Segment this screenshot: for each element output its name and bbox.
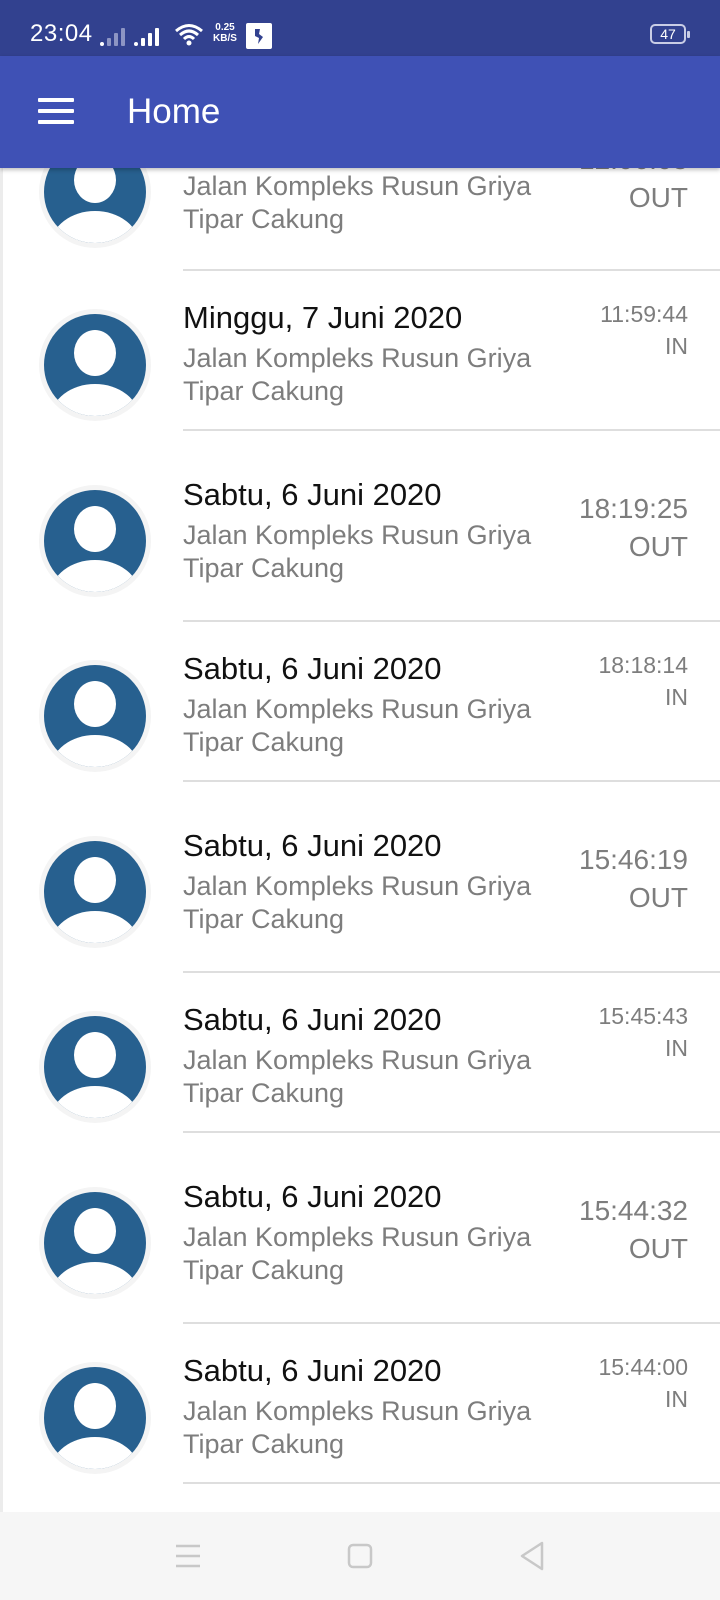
list-item[interactable]: Sabtu, 6 Juni 2020 Jalan Kompleks Rusun G… <box>3 973 720 1133</box>
page-title: Home <box>127 92 221 131</box>
item-direction: IN <box>665 1386 688 1412</box>
divider <box>183 1482 720 1484</box>
item-time: 15:46:19 <box>579 844 688 875</box>
avatar-icon <box>39 1187 151 1299</box>
avatar-icon <box>39 485 151 597</box>
list-item[interactable]: Jalan Kompleks Rusun Griya Tipar Cakung 1… <box>3 168 720 271</box>
item-time: 15:45:43 <box>598 1003 688 1029</box>
wifi-icon <box>174 22 204 48</box>
notification-icon <box>246 23 272 49</box>
item-time: 15:44:00 <box>598 1354 688 1380</box>
list-item[interactable]: Sabtu, 6 Juni 2020 Jalan Kompleks Rusun G… <box>3 1324 720 1484</box>
status-time: 23:04 <box>30 20 93 47</box>
attendance-list-content: Jalan Kompleks Rusun Griya Tipar Cakung 1… <box>3 168 720 1484</box>
battery-icon: 47 <box>650 24 690 44</box>
item-address: Jalan Kompleks Rusun Griya Tipar Cakung <box>183 871 532 934</box>
item-date: Sabtu, 6 Juni 2020 <box>183 828 442 863</box>
item-address: Jalan Kompleks Rusun Griya Tipar Cakung <box>183 520 532 583</box>
list-item[interactable]: Sabtu, 6 Juni 2020 Jalan Kompleks Rusun G… <box>3 431 720 622</box>
hamburger-menu-icon[interactable] <box>28 88 84 136</box>
avatar-icon <box>39 1011 151 1123</box>
attendance-list[interactable]: Jalan Kompleks Rusun Griya Tipar Cakung 1… <box>0 168 720 1512</box>
network-speed-unit: KB/S <box>213 33 237 44</box>
list-item[interactable]: Sabtu, 6 Juni 2020 Jalan Kompleks Rusun G… <box>3 782 720 973</box>
battery-level: 47 <box>660 26 676 42</box>
system-nav-bar <box>0 1512 720 1600</box>
item-address: Jalan Kompleks Rusun Griya Tipar Cakung <box>183 1396 532 1459</box>
item-direction: OUT <box>628 182 688 213</box>
item-direction: OUT <box>628 1233 688 1264</box>
item-direction: IN <box>665 684 688 710</box>
item-time: 11:59:44 <box>600 301 688 327</box>
item-date: Sabtu, 6 Juni 2020 <box>183 477 442 512</box>
menu-lines-icon[interactable] <box>168 1536 208 1576</box>
list-item[interactable]: Sabtu, 6 Juni 2020 Jalan Kompleks Rusun G… <box>3 1133 720 1324</box>
item-time: 18:19:25 <box>579 493 688 524</box>
avatar-icon <box>39 836 151 948</box>
home-square-icon[interactable] <box>340 1536 380 1576</box>
item-time: 12:06:03 <box>579 168 688 176</box>
item-date: Sabtu, 6 Juni 2020 <box>183 1002 442 1037</box>
avatar-icon <box>39 168 151 248</box>
item-date: Minggu, 7 Juni 2020 <box>183 300 463 335</box>
signal-icon <box>134 22 162 46</box>
item-date: Sabtu, 6 Juni 2020 <box>183 651 442 686</box>
avatar-icon <box>39 1362 151 1474</box>
item-direction: OUT <box>628 531 688 562</box>
item-date: Sabtu, 6 Juni 2020 <box>183 1179 442 1214</box>
signal-icon <box>100 22 128 46</box>
item-direction: IN <box>665 1035 688 1061</box>
item-direction: IN <box>665 333 688 359</box>
item-time: 18:18:14 <box>598 652 688 678</box>
network-speed: 0.25 KB/S <box>208 22 242 44</box>
status-bar: 23:04 0.25 KB/S 47 <box>0 0 720 56</box>
list-item[interactable]: Sabtu, 6 Juni 2020 Jalan Kompleks Rusun G… <box>3 622 720 782</box>
avatar-icon <box>39 309 151 421</box>
item-address: Jalan Kompleks Rusun Griya Tipar Cakung <box>183 343 532 406</box>
item-address: Jalan Kompleks Rusun Griya Tipar Cakung <box>183 1222 532 1285</box>
back-triangle-icon[interactable] <box>512 1536 552 1576</box>
item-time: 15:44:32 <box>579 1195 688 1226</box>
item-address: Jalan Kompleks Rusun Griya Tipar Cakung <box>183 694 532 757</box>
item-direction: OUT <box>628 882 688 913</box>
app-bar: Home <box>0 56 720 168</box>
network-speed-value: 0.25 <box>215 22 235 33</box>
list-item[interactable]: Minggu, 7 Juni 2020 Jalan Kompleks Rusun … <box>3 271 720 431</box>
avatar-icon <box>39 660 151 772</box>
item-date: Sabtu, 6 Juni 2020 <box>183 1353 442 1388</box>
item-address: Jalan Kompleks Rusun Griya Tipar Cakung <box>183 1045 532 1108</box>
item-address: Jalan Kompleks Rusun Griya Tipar Cakung <box>183 171 532 234</box>
